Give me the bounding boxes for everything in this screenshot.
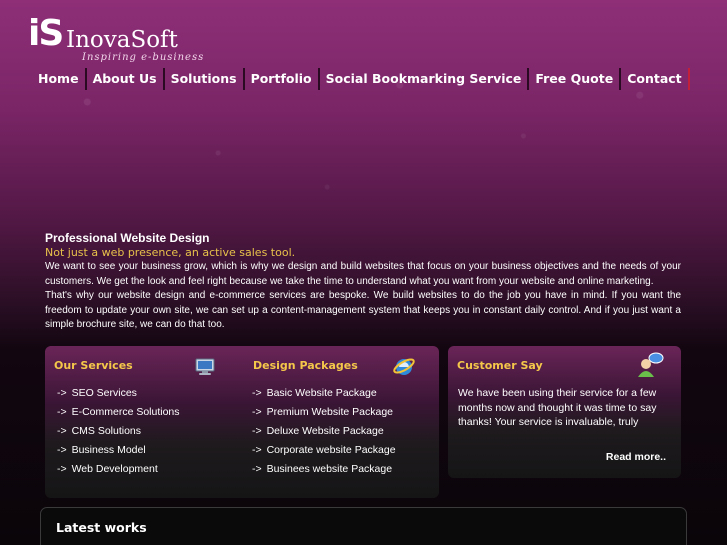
package-item[interactable]: -> Premium Website Package <box>252 403 396 422</box>
packages-title: Design Packages <box>253 359 358 372</box>
packages-list: -> Basic Website Package -> Premium Webs… <box>252 384 396 479</box>
nav-contact[interactable]: Contact <box>621 68 690 90</box>
intro-paragraph-2: That's why our website design and e-comm… <box>45 290 681 330</box>
customer-title: Customer Say <box>457 359 543 372</box>
logo-tagline: Inspiring e-business <box>82 52 205 63</box>
latest-works-panel: Latest works <box>40 507 687 545</box>
customer-quote: We have been using their service for a f… <box>458 387 657 428</box>
service-item[interactable]: -> E-Commerce Solutions <box>57 403 180 422</box>
chat-user-icon <box>636 352 664 382</box>
intro-subtitle: Not just a web presence, an active sales… <box>45 246 296 259</box>
services-title: Our Services <box>54 359 133 372</box>
nav-solutions[interactable]: Solutions <box>165 68 245 90</box>
services-list: -> SEO Services -> E-Commerce Solutions … <box>57 384 180 479</box>
internet-explorer-icon <box>392 354 416 382</box>
services-box: Our Services -> SEO Services -> E-Commer… <box>45 346 439 498</box>
nav-social-bookmarking[interactable]: Social Bookmarking Service <box>320 68 530 90</box>
nav-home[interactable]: Home <box>32 68 87 90</box>
package-item[interactable]: -> Basic Website Package <box>252 384 396 403</box>
intro-title: Professional Website Design <box>45 231 210 245</box>
intro-paragraph-1: We want to see your business grow, which… <box>45 261 681 287</box>
package-item[interactable]: -> Businees website Package <box>252 460 396 479</box>
customer-box: Customer Say We have been using their se… <box>448 346 681 478</box>
intro-section: Professional Website Design Not just a w… <box>45 230 681 333</box>
logo-name: InovaSoft <box>66 27 178 53</box>
latest-works-title: Latest works <box>56 520 147 535</box>
service-item[interactable]: -> CMS Solutions <box>57 422 180 441</box>
monitor-icon <box>194 356 216 382</box>
logo-mark: iS <box>28 13 64 54</box>
service-item[interactable]: -> SEO Services <box>57 384 180 403</box>
service-item[interactable]: -> Business Model <box>57 441 180 460</box>
nav-free-quote[interactable]: Free Quote <box>529 68 622 90</box>
main-nav: Home About Us Solutions Portfolio Social… <box>32 68 690 90</box>
nav-about-us[interactable]: About Us <box>87 68 165 90</box>
nav-portfolio[interactable]: Portfolio <box>245 68 320 90</box>
package-item[interactable]: -> Corporate website Package <box>252 441 396 460</box>
package-item[interactable]: -> Deluxe Website Package <box>252 422 396 441</box>
service-item[interactable]: -> Web Development <box>57 460 180 479</box>
read-more-link[interactable]: Read more.. <box>606 451 666 463</box>
